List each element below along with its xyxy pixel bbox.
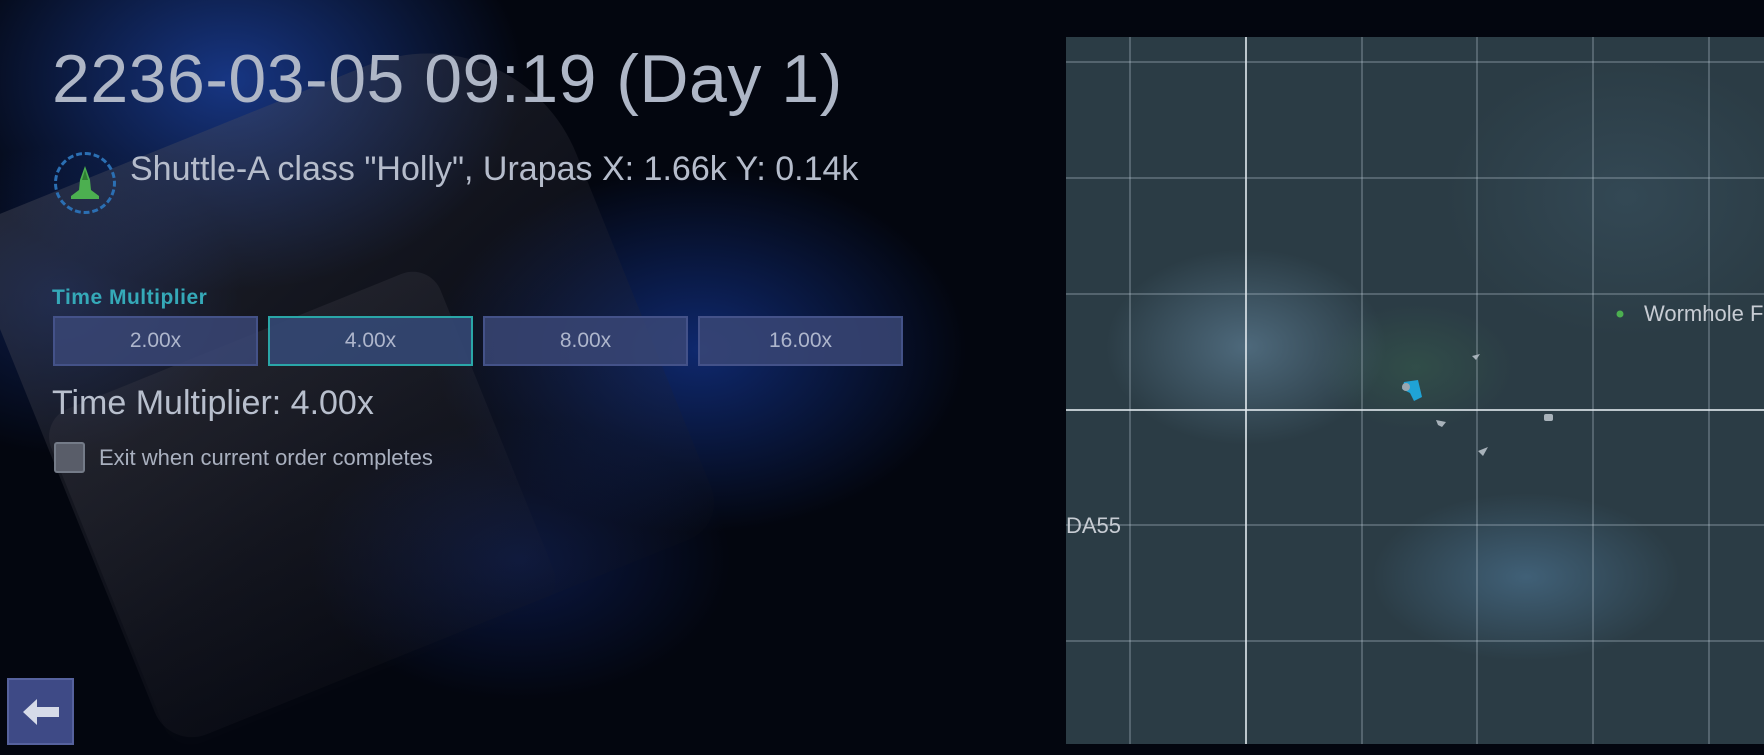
arrow-left-icon <box>22 698 59 725</box>
ship-info-text: Shuttle-A class "Holly", Urapas X: 1.66k… <box>130 149 859 188</box>
object-marker[interactable] <box>1544 414 1553 421</box>
time-multiplier-4x-button[interactable]: 4.00x <box>268 316 473 366</box>
current-time-multiplier: Time Multiplier: 4.00x <box>52 384 374 422</box>
ship-info-row: Shuttle-A class "Holly", Urapas X: 1.66k… <box>54 149 859 214</box>
map-grid <box>1066 37 1764 744</box>
time-multiplier-16x-button[interactable]: 16.00x <box>698 316 903 366</box>
time-multiplier-label: Time Multiplier <box>52 286 208 309</box>
wormhole-marker[interactable] <box>1616 310 1624 318</box>
object-marker[interactable] <box>1436 420 1446 427</box>
sector-map[interactable]: Wormhole F DA55 <box>1066 37 1764 744</box>
sector-label: DA55 <box>1066 513 1122 538</box>
object-marker[interactable] <box>1472 354 1480 360</box>
game-datetime-title: 2236-03-05 09:19 (Day 1) <box>52 41 843 117</box>
exit-option-row[interactable]: Exit when current order completes <box>54 442 433 473</box>
exit-when-complete-checkbox[interactable] <box>54 442 85 473</box>
time-multiplier-2x-button[interactable]: 2.00x <box>53 316 258 366</box>
player-ship-marker[interactable] <box>1402 380 1422 401</box>
wormhole-label: Wormhole F <box>1644 301 1764 326</box>
time-multiplier-buttons: 2.00x 4.00x 8.00x 16.00x <box>53 316 903 366</box>
exit-when-complete-label[interactable]: Exit when current order completes <box>99 445 433 471</box>
time-multiplier-8x-button[interactable]: 8.00x <box>483 316 688 366</box>
back-button[interactable] <box>7 678 74 745</box>
shuttle-icon <box>54 152 116 214</box>
object-marker[interactable] <box>1478 447 1488 456</box>
